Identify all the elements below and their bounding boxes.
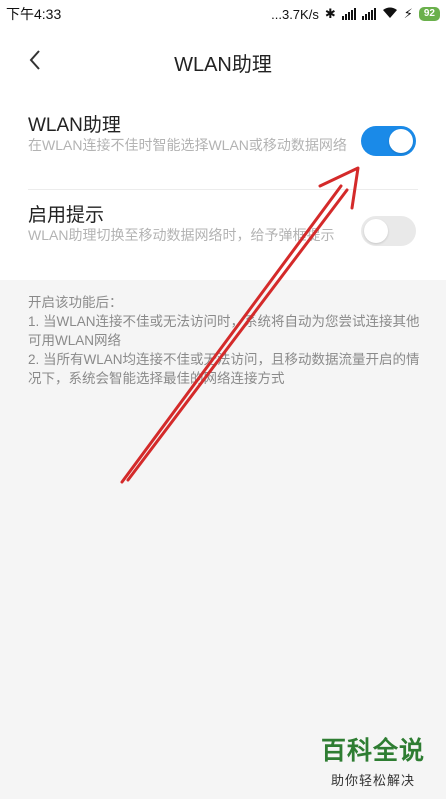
setting-description: WLAN助理切换至移动数据网络时，给予弹框提示 (28, 227, 335, 243)
note-line-2: 2. 当所有WLAN均连接不佳或无法访问，且移动数据流量开启的情况下，系统会智能… (28, 352, 420, 386)
status-time: 下午4:33 (6, 6, 62, 22)
status-icons: ...3.7K/s ✱ ⚡ 92 (271, 6, 446, 22)
wlan-assistant-toggle[interactable] (361, 126, 416, 156)
status-bar: 下午4:33 ...3.7K/s ✱ ⚡ 92 (0, 0, 446, 28)
signal-icon-2 (361, 8, 376, 20)
setting-description: 在WLAN连接不佳时智能选择WLAN或移动数据网络 (28, 137, 347, 153)
page-title: WLAN助理 (174, 54, 272, 76)
enable-hint-toggle[interactable] (361, 216, 416, 246)
setting-row-wlan-assistant[interactable]: WLAN助理 在WLAN连接不佳时智能选择WLAN或移动数据网络 (0, 106, 446, 191)
setting-row-enable-hint[interactable]: 启用提示 WLAN助理切换至移动数据网络时，给予弹框提示 (0, 196, 446, 276)
setting-title: 启用提示 (28, 205, 105, 226)
feature-note: 开启该功能后： 1. 当WLAN连接不佳或无法访问时，系统将自动为您尝试连接其他… (28, 293, 428, 388)
charging-icon: ⚡ (403, 6, 413, 21)
setting-title: WLAN助理 (28, 115, 121, 136)
watermark-title: 百科全说 (320, 737, 425, 765)
toggle-knob (389, 129, 413, 153)
divider (28, 189, 418, 190)
note-heading: 开启该功能后： (28, 295, 123, 310)
toggle-knob (364, 219, 388, 243)
battery-icon: 92 (418, 7, 440, 21)
settings-card: WLAN助理 在WLAN连接不佳时智能选择WLAN或移动数据网络 启用提示 WL… (0, 92, 446, 280)
bluetooth-icon: ✱ (324, 6, 336, 21)
signal-icon (341, 8, 356, 20)
watermark-subtitle: 助你轻松解决 (330, 773, 415, 788)
app-header: WLAN助理 (0, 28, 446, 92)
network-speed: ...3.7K/s (271, 6, 319, 22)
note-line-1: 1. 当WLAN连接不佳或无法访问时，系统将自动为您尝试连接其他可用WLAN网络 (28, 314, 420, 348)
wifi-icon (382, 7, 398, 22)
watermark: 百科全说 助你轻松解决 (314, 731, 432, 789)
